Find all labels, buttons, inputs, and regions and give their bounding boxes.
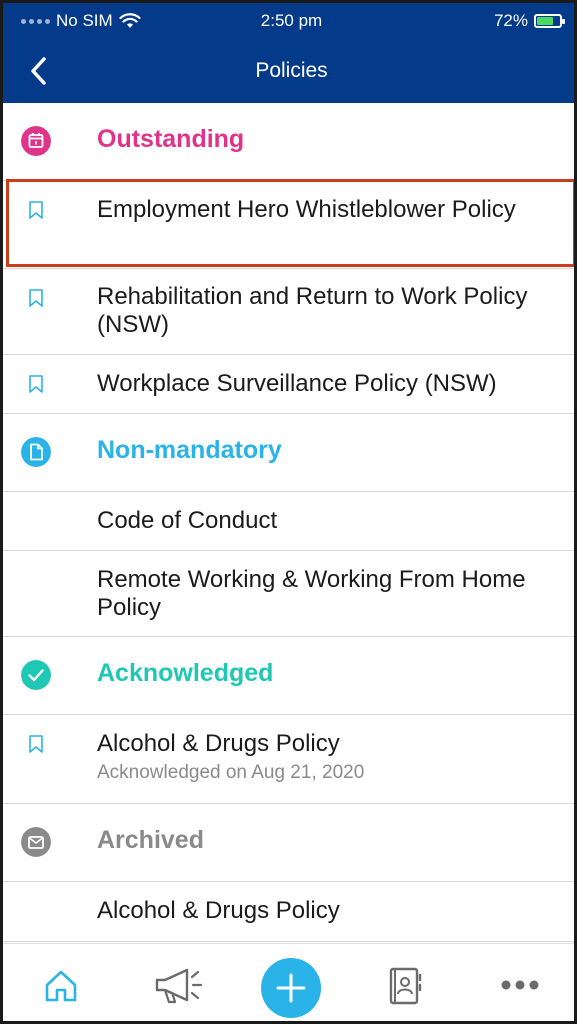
status-right: 72% (493, 11, 565, 31)
policy-row-alcohol-drugs-archived[interactable]: Alcohol & Drugs Policy (3, 882, 574, 942)
battery-percent: 72% (493, 11, 528, 30)
policy-title: Alcohol & Drugs Policy (97, 897, 340, 924)
page-title: Policies (255, 59, 328, 82)
section-title: Archived (97, 826, 204, 854)
contacts-book-icon[interactable] (385, 966, 425, 1006)
calendar-icon (21, 126, 51, 156)
more-icon[interactable] (500, 978, 540, 992)
bookmark-icon (29, 735, 43, 753)
status-time: 2:50 pm (260, 11, 323, 30)
policy-title: Workplace Surveillance Policy (NSW) (97, 370, 497, 397)
section-header-outstanding: Outstanding (3, 103, 574, 181)
document-icon (21, 437, 51, 467)
nav-bar: Policies (3, 49, 574, 93)
checkmark-icon (21, 660, 51, 690)
policy-title: Employment Hero Whistleblower Policy (97, 196, 516, 223)
megaphone-icon[interactable] (151, 966, 209, 1006)
section-title: Non-mandatory (97, 436, 282, 464)
policy-row-rehabilitation[interactable]: Rehabilitation and Return to Work Policy… (3, 269, 574, 355)
bottom-tab-bar (3, 943, 574, 1021)
section-header-archived: Archived (3, 804, 574, 882)
acknowledged-date: Acknowledged on Aug 21, 2020 (97, 762, 365, 783)
policy-row-surveillance[interactable]: Workplace Surveillance Policy (NSW) (3, 355, 574, 414)
policy-row-whistleblower[interactable]: Employment Hero Whistleblower Policy (3, 181, 574, 269)
home-icon[interactable] (43, 968, 79, 1004)
plus-icon (276, 973, 306, 1003)
bookmark-icon (29, 201, 43, 219)
policy-row-remote-working[interactable]: Remote Working & Working From Home Polic… (3, 551, 574, 637)
bookmark-icon (29, 375, 43, 393)
policy-title: Alcohol & Drugs Policy (97, 730, 340, 757)
section-header-acknowledged: Acknowledged (3, 637, 574, 715)
policies-list: Outstanding Employment Hero Whistleblowe… (3, 103, 574, 942)
section-title: Outstanding (97, 125, 245, 153)
archive-envelope-icon (21, 827, 51, 857)
policy-title: Rehabilitation and Return to Work Policy… (97, 283, 528, 338)
section-title: Acknowledged (97, 659, 274, 687)
status-bar: No SIM 2:50 pm 72% (3, 9, 574, 33)
top-bar: No SIM 2:50 pm 72% Policies (3, 3, 574, 103)
battery-icon (534, 14, 565, 28)
add-button[interactable] (261, 958, 321, 1018)
section-header-non-mandatory: Non-mandatory (3, 414, 574, 492)
policy-title: Code of Conduct (97, 507, 278, 534)
policy-row-code-of-conduct[interactable]: Code of Conduct (3, 492, 574, 551)
bookmark-icon (29, 289, 43, 307)
app-frame: No SIM 2:50 pm 72% Policies Outstanding … (0, 0, 577, 1024)
policy-row-alcohol-drugs-acknowledged[interactable]: Alcohol & Drugs Policy Acknowledged on A… (3, 715, 574, 804)
policy-title: Remote Working & Working From Home Polic… (97, 566, 526, 621)
